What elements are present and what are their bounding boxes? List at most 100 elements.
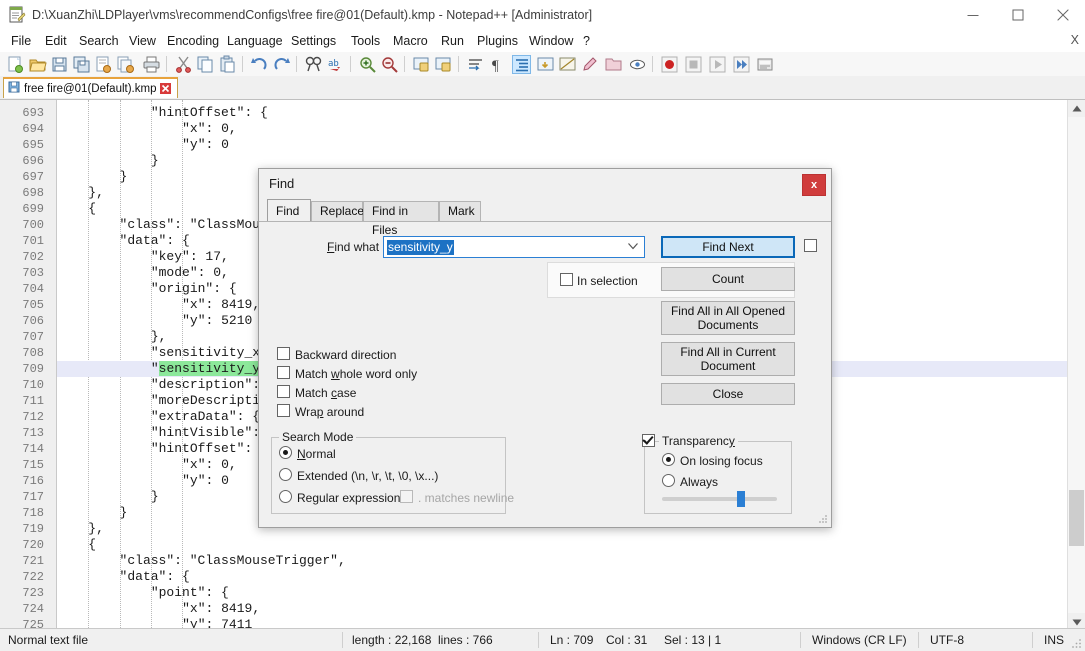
menu-plugins[interactable]: Plugins: [472, 32, 523, 50]
show-all-characters-icon[interactable]: ¶: [488, 55, 507, 74]
menu-view[interactable]: View: [124, 32, 161, 50]
redo-icon[interactable]: [272, 55, 291, 74]
document-map-icon[interactable]: [628, 55, 647, 74]
transparency-checkbox[interactable]: [642, 434, 655, 447]
menu-search[interactable]: Search: [74, 32, 124, 50]
code-line: "point": {: [151, 585, 229, 601]
line-number: 722: [0, 569, 44, 585]
zoom-out-icon[interactable]: [380, 55, 399, 74]
print-icon[interactable]: [142, 55, 161, 74]
line-number: 697: [0, 169, 44, 185]
close-window-button[interactable]: [1040, 0, 1085, 30]
matches-newline-checkbox[interactable]: [400, 490, 413, 503]
copy-icon[interactable]: [196, 55, 215, 74]
svg-text:ab: ab: [328, 59, 339, 69]
backward-direction-checkbox[interactable]: [277, 347, 290, 360]
match-case-checkbox[interactable]: [277, 385, 290, 398]
menu-macro[interactable]: Macro: [388, 32, 433, 50]
tab-free-fire-kmp[interactable]: free fire@01(Default).kmp: [3, 77, 178, 98]
in-selection-checkbox[interactable]: [560, 273, 573, 286]
menu-encoding[interactable]: Encoding: [162, 32, 224, 50]
menu-help[interactable]: ?: [578, 32, 595, 50]
line-number: 711: [0, 393, 44, 409]
stop-recording-icon[interactable]: [684, 55, 703, 74]
menu-tools[interactable]: Tools: [346, 32, 385, 50]
match-whole-word-checkbox[interactable]: [277, 366, 290, 379]
toolbar: ab ¶: [0, 52, 1085, 77]
save-icon[interactable]: [50, 55, 69, 74]
menu-window[interactable]: Window: [524, 32, 578, 50]
word-wrap-icon[interactable]: [466, 55, 485, 74]
undo-icon[interactable]: [250, 55, 269, 74]
menu-run[interactable]: Run: [436, 32, 469, 50]
maximize-button[interactable]: [995, 0, 1040, 30]
scrollbar-thumb[interactable]: [1069, 490, 1084, 546]
new-file-icon[interactable]: [6, 55, 25, 74]
show-symbol-icon[interactable]: [558, 55, 577, 74]
find-next-button[interactable]: Find Next: [661, 236, 795, 258]
run-macro-multiple-icon[interactable]: [732, 55, 751, 74]
transparency-on-losing-focus-radio[interactable]: [662, 453, 675, 466]
resize-grip-icon[interactable]: [817, 513, 828, 524]
folder-as-workspace-icon[interactable]: [604, 55, 623, 74]
close-document-button[interactable]: X: [1071, 33, 1079, 47]
paste-icon[interactable]: [218, 55, 237, 74]
tab-mark[interactable]: Mark: [439, 201, 481, 221]
find-dialog[interactable]: Find x Find Replace Find in Files Mark F…: [258, 168, 832, 528]
find-dialog-extra-checkbox[interactable]: [804, 239, 817, 252]
replace-icon[interactable]: ab: [326, 55, 345, 74]
tab-bar: free fire@01(Default).kmp: [0, 76, 1085, 100]
tab-find[interactable]: Find: [267, 199, 311, 221]
code-line: "x": 8419,: [182, 297, 260, 313]
code-line: {: [88, 201, 96, 217]
svg-text:¶: ¶: [492, 58, 499, 74]
menu-language[interactable]: Language: [222, 32, 288, 50]
menu-edit[interactable]: Edit: [40, 32, 72, 50]
search-mode-regex-radio[interactable]: [279, 490, 292, 503]
find-all-current-document-button[interactable]: Find All in Current Document: [661, 342, 795, 376]
menu-settings[interactable]: Settings: [286, 32, 341, 50]
close-tab-icon[interactable]: [160, 83, 171, 94]
indent-guideline-icon[interactable]: [512, 55, 531, 74]
cut-icon[interactable]: [174, 55, 193, 74]
transparency-slider-thumb[interactable]: [737, 491, 745, 507]
transparency-always-radio[interactable]: [662, 474, 675, 487]
find-dialog-close-button[interactable]: x: [802, 174, 826, 196]
find-dialog-titlebar[interactable]: Find x: [259, 169, 831, 199]
tab-find-in-files[interactable]: Find in Files: [363, 201, 439, 221]
record-macro-icon[interactable]: [660, 55, 679, 74]
run-icon[interactable]: [756, 55, 775, 74]
find-what-value: sensitivity_y: [387, 240, 454, 255]
window-title: D:\XuanZhi\LDPlayer\vms\recommendConfigs…: [32, 7, 592, 23]
show-ui-icon[interactable]: [536, 55, 555, 74]
line-number: 702: [0, 249, 44, 265]
find-icon[interactable]: [304, 55, 323, 74]
sync-vertical-scroll-icon[interactable]: [412, 55, 431, 74]
search-mode-extended-radio[interactable]: [279, 468, 292, 481]
find-all-opened-documents-button[interactable]: Find All in All Opened Documents: [661, 301, 795, 335]
zoom-in-icon[interactable]: [358, 55, 377, 74]
find-what-input[interactable]: sensitivity_y: [383, 236, 645, 258]
menu-file[interactable]: File: [6, 32, 36, 50]
close-button[interactable]: Close: [661, 383, 795, 405]
close-file-icon[interactable]: [94, 55, 113, 74]
minimize-button[interactable]: [950, 0, 995, 30]
transparency-slider-track[interactable]: [662, 497, 777, 501]
tab-replace[interactable]: Replace: [311, 201, 363, 221]
sync-horizontal-scroll-icon[interactable]: [434, 55, 453, 74]
find-dialog-title: Find: [269, 176, 294, 191]
save-all-icon[interactable]: [72, 55, 91, 74]
wrap-around-checkbox[interactable]: [277, 404, 290, 417]
backward-direction-label: Backward direction: [295, 348, 396, 362]
count-button[interactable]: Count: [661, 267, 795, 291]
open-file-icon[interactable]: [28, 55, 47, 74]
scroll-up-arrow-icon[interactable]: [1068, 100, 1085, 117]
editor-vertical-scrollbar[interactable]: [1067, 100, 1085, 630]
close-all-files-icon[interactable]: [116, 55, 135, 74]
search-mode-normal-radio[interactable]: [279, 446, 292, 459]
match-case-label: Match case: [295, 386, 356, 400]
color-picker-icon[interactable]: [580, 55, 599, 74]
chevron-down-icon[interactable]: [628, 243, 638, 250]
line-number-gutter: 6936946956966976986997007017027037047057…: [0, 100, 57, 630]
playback-icon[interactable]: [708, 55, 727, 74]
